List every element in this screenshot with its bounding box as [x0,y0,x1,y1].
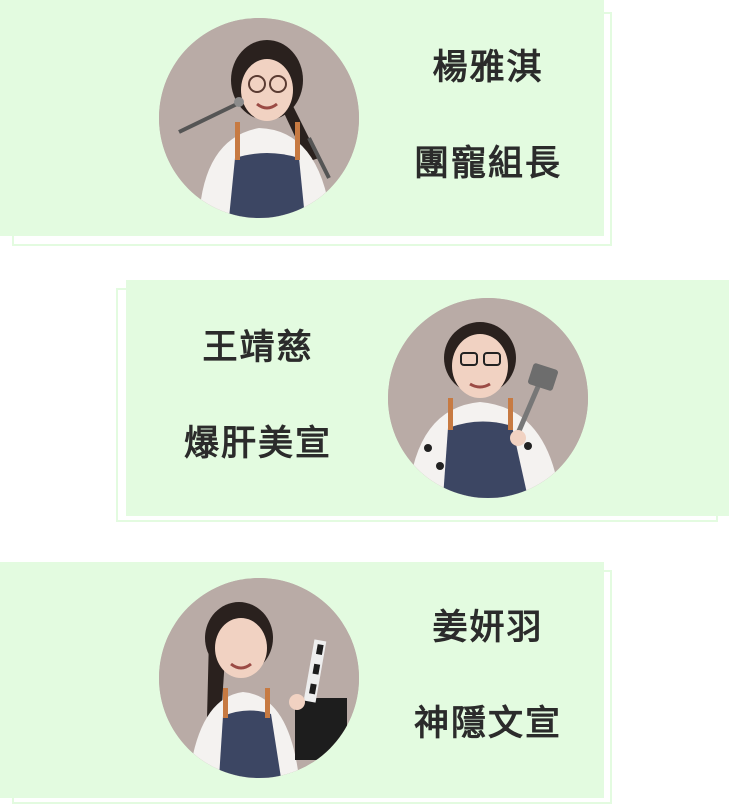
member-2-role: 爆肝美宣 [183,424,332,464]
portrait-woman-with-ladles [159,18,359,218]
portrait-woman-with-clapperboard [159,578,359,778]
member-photo-3 [159,578,359,778]
member-3-role: 神隱文宣 [413,704,562,744]
member-1-name: 楊雅淇 [432,48,544,88]
portrait-woman-with-spatula [388,298,588,498]
member-photo-2 [388,298,588,498]
member-3-name: 姜妍羽 [432,608,544,648]
member-1-role: 團寵組長 [413,144,562,184]
member-2-name: 王靖慈 [202,328,314,368]
member-photo-1 [159,18,359,218]
